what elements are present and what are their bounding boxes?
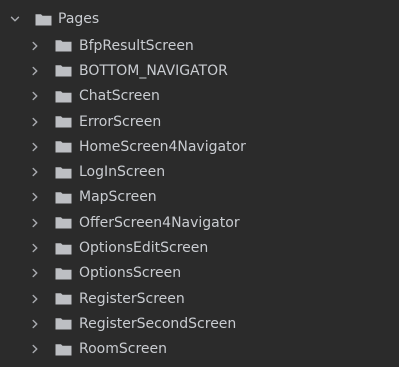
tree-node-folder[interactable]: BOTTOM_NAVIGATOR bbox=[0, 58, 399, 83]
chevron-right-icon[interactable] bbox=[29, 267, 41, 279]
folder-icon bbox=[35, 13, 52, 26]
chevron-right-icon[interactable] bbox=[29, 65, 41, 77]
project-tree: Pages BfpResultScreen BOTTOM_NAVIGATOR Cha… bbox=[0, 0, 399, 367]
chevron-right-icon[interactable] bbox=[29, 166, 41, 178]
folder-icon bbox=[55, 292, 72, 305]
tree-node-folder[interactable]: RoomScreen bbox=[0, 337, 399, 362]
tree-node-folder[interactable]: LogInScreen bbox=[0, 159, 399, 184]
chevron-right-icon[interactable] bbox=[29, 191, 41, 203]
folder-icon bbox=[55, 343, 72, 356]
folder-icon bbox=[55, 317, 72, 330]
tree-node-folder[interactable]: OfferScreen4Navigator bbox=[0, 210, 399, 235]
chevron-down-icon[interactable] bbox=[9, 13, 21, 25]
chevron-right-icon[interactable] bbox=[29, 141, 41, 153]
folder-icon bbox=[55, 242, 72, 255]
tree-node-folder[interactable]: ChatScreen bbox=[0, 84, 399, 109]
folder-icon bbox=[55, 64, 72, 77]
tree-node-label: HomeScreen4Navigator bbox=[79, 138, 246, 155]
tree-node-folder[interactable]: MapScreen bbox=[0, 185, 399, 210]
chevron-right-icon[interactable] bbox=[29, 318, 41, 330]
tree-node-label: RegisterScreen bbox=[79, 290, 185, 307]
tree-node-label: Pages bbox=[58, 11, 100, 27]
tree-node-label: LogInScreen bbox=[79, 164, 166, 181]
folder-icon bbox=[55, 115, 72, 128]
tree-node-label: RoomScreen bbox=[79, 341, 167, 358]
folder-icon bbox=[55, 90, 72, 103]
tree-node-label: ChatScreen bbox=[79, 88, 160, 105]
tree-children: BfpResultScreen BOTTOM_NAVIGATOR ChatScree… bbox=[0, 33, 399, 362]
tree-node-label: MapScreen bbox=[79, 189, 157, 206]
folder-icon bbox=[55, 267, 72, 280]
tree-node-label: BOTTOM_NAVIGATOR bbox=[79, 62, 228, 79]
tree-node-folder[interactable]: OptionsScreen bbox=[0, 261, 399, 286]
folder-icon bbox=[55, 166, 72, 179]
folder-icon bbox=[55, 39, 72, 52]
folder-icon bbox=[55, 216, 72, 229]
tree-node-folder[interactable]: HomeScreen4Navigator bbox=[0, 134, 399, 159]
tree-node-folder[interactable]: RegisterScreen bbox=[0, 286, 399, 311]
chevron-right-icon[interactable] bbox=[29, 90, 41, 102]
tree-node-label: ErrorScreen bbox=[79, 113, 162, 130]
chevron-right-icon[interactable] bbox=[29, 40, 41, 52]
tree-node-pages[interactable]: Pages bbox=[0, 5, 399, 33]
tree-node-folder[interactable]: OptionsEditScreen bbox=[0, 235, 399, 260]
folder-icon bbox=[55, 191, 72, 204]
chevron-right-icon[interactable] bbox=[29, 217, 41, 229]
tree-node-label: OfferScreen4Navigator bbox=[79, 214, 240, 231]
tree-node-folder[interactable]: RegisterSecondScreen bbox=[0, 311, 399, 336]
chevron-right-icon[interactable] bbox=[29, 242, 41, 254]
tree-node-folder[interactable]: BfpResultScreen bbox=[0, 33, 399, 58]
tree-node-label: BfpResultScreen bbox=[79, 37, 194, 54]
tree-node-folder[interactable]: ErrorScreen bbox=[0, 109, 399, 134]
chevron-right-icon[interactable] bbox=[29, 293, 41, 305]
chevron-right-icon[interactable] bbox=[29, 343, 41, 355]
folder-icon bbox=[55, 140, 72, 153]
tree-node-label: RegisterSecondScreen bbox=[79, 315, 237, 332]
chevron-right-icon[interactable] bbox=[29, 116, 41, 128]
tree-node-label: OptionsEditScreen bbox=[79, 240, 209, 257]
tree-node-label: OptionsScreen bbox=[79, 265, 182, 282]
